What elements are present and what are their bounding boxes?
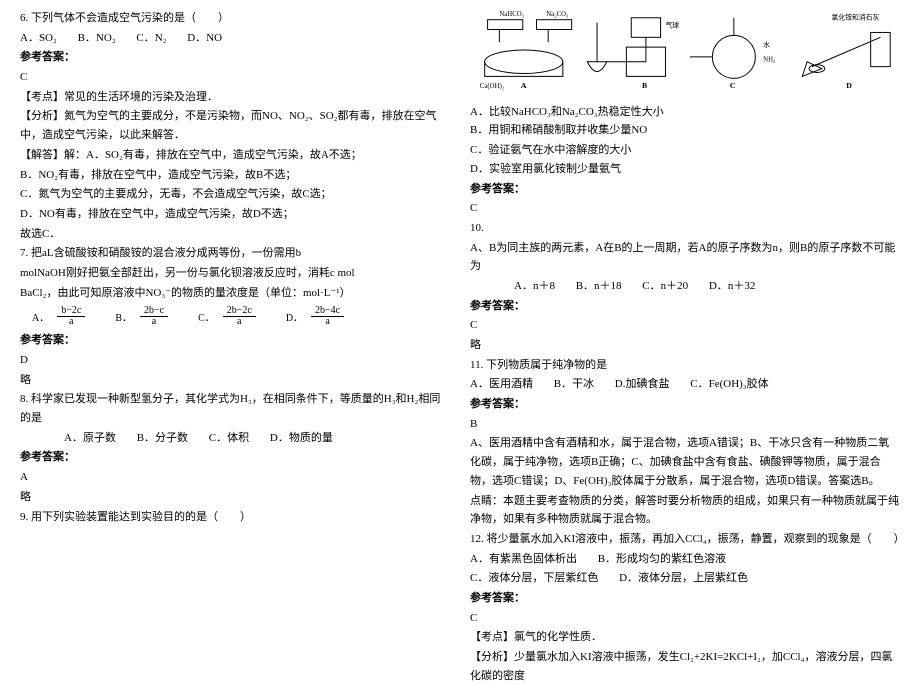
- q11-a: A．医用酒精: [470, 378, 533, 390]
- q9-d: D．实验室用氯化铵制少量氨气: [470, 160, 681, 179]
- q6-d: D．NO: [187, 32, 222, 44]
- q10-d: D．n＋32: [709, 280, 755, 292]
- svg-text:D: D: [846, 81, 852, 90]
- q8-ans: A: [20, 468, 450, 487]
- apparatus-diagram: NaHCO₃ Na₂CO₃ Ca(OH)₂ A B 气球 水 NH₃ C 氯化铵…: [470, 8, 900, 91]
- q7-options: A．b−2ca B．2b−ca C．2b−2ca D．2b−4ca: [20, 304, 450, 327]
- q11-ans-label: 参考答案：: [470, 395, 900, 414]
- q6-stem: 6. 下列气体不会造成空气污染的是（ ）: [20, 9, 450, 28]
- q6-kd: 【考点】常见的生活环境的污染及治理．: [20, 88, 450, 107]
- q11-d: D.加碘食盐: [615, 378, 670, 390]
- q8-ans-label: 参考答案：: [20, 448, 450, 467]
- q6-c: C．N₂: [136, 32, 166, 44]
- svg-text:Ca(OH)₂: Ca(OH)₂: [480, 83, 505, 90]
- q11-e1: A、医用酒精中含有酒精和水，属于混合物，选项A错误；B、干冰只含有一种物质二氧化…: [470, 434, 900, 490]
- q8-a: A．原子数: [64, 432, 116, 444]
- q8-b: B．分子数: [137, 432, 188, 444]
- q9-ans-label: 参考答案：: [470, 180, 900, 199]
- q7-fa-bot: a: [65, 316, 77, 327]
- q7-fd-top: 2b−4c: [311, 305, 344, 317]
- q9-stem: 9. 用下列实验装置能达到实验目的的是（ ）: [20, 508, 450, 527]
- svg-text:NH₃: NH₃: [763, 57, 776, 64]
- q8-stem: 8. 科学家已发现一种新型氢分子，其化学式为H₃，在相同条件下，等质量的H₃和H…: [20, 390, 450, 427]
- q9-row1: A．比较NaHCO₃和Na₂CO₃热稳定性大小 B．用铜和稀硝酸制取并收集少量N…: [470, 103, 900, 140]
- q7-fa-top: b−2c: [57, 305, 85, 317]
- q8-c: C．体积: [209, 432, 249, 444]
- q9-c: C．验证氨气在水中溶解度的大小: [470, 141, 681, 160]
- q9-b: B．用铜和稀硝酸制取并收集少量NO: [470, 121, 681, 140]
- svg-text:NaHCO₃: NaHCO₃: [499, 11, 524, 18]
- q12-row1: A．有紫黑色固体析出 B．形成均匀的紫红色溶液: [470, 550, 900, 569]
- q11-options: A．医用酒精 B．干冰 D.加碘食盐 C．Fe(OH)₃胶体: [470, 375, 900, 394]
- q11-stem: 11. 下列物质属于纯净物的是: [470, 356, 900, 375]
- q6-ans-label: 参考答案：: [20, 48, 450, 67]
- q7-post: 略: [20, 371, 450, 390]
- q11-b: B．干冰: [554, 378, 594, 390]
- q6-options: A．SO₂ B．NO₂ C．N₂ D．NO: [20, 29, 450, 48]
- svg-text:Na₂CO₃: Na₂CO₃: [546, 11, 569, 18]
- q7-l2: molNaOH刚好把氨全部赶出，另一份与氯化钡溶液反应时，消耗c mol: [20, 264, 450, 283]
- q6-jd1: B．NO₂有毒，排放在空气中，造成空气污染，故B不选；: [20, 166, 450, 185]
- q6-ans: C: [20, 68, 450, 87]
- q11-e2: 点睛：本题主要考查物质的分类，解答时要分析物质的组成，如果只有一种物质就属于纯净…: [470, 492, 900, 529]
- q12-kd: 【考点】氯气的化学性质．: [470, 628, 900, 647]
- q12-d: D．液体分层，上层紫红色: [619, 572, 748, 584]
- q6-a: A．SO₂: [20, 32, 57, 44]
- q9-row2: C．验证氨气在水中溶解度的大小 D．实验室用氯化铵制少量氨气: [470, 141, 900, 178]
- q11-ans: B: [470, 415, 900, 434]
- svg-text:B: B: [642, 81, 647, 90]
- svg-text:A: A: [521, 81, 527, 90]
- q8-post: 略: [20, 488, 450, 507]
- q7-fb-top: 2b−c: [140, 305, 168, 317]
- q6-b: B．NO₂: [78, 32, 116, 44]
- q6-jd4: 故选C．: [20, 225, 450, 244]
- q7-lc: C．: [198, 304, 215, 327]
- svg-text:C: C: [730, 81, 736, 90]
- q7-ans: D: [20, 351, 450, 370]
- q6-fx: 【分析】氮气为空气的主要成分，不是污染物，而NO、NO₂、SO₂都有毒，排放在空…: [20, 107, 450, 144]
- q12-stem: 12. 将少量氯水加入KI溶液中，振荡，再加入CCl₄，振荡，静置，观察到的现象…: [470, 530, 900, 549]
- q7-l1: 7. 把aL含硫酸铵和硝酸铵的混合液分成两等份，一份需用b: [20, 244, 450, 263]
- q10-stem: A、B为同主族的两元素，A在B的上一周期，若A的原子序数为n，则B的原子序数不可…: [470, 239, 900, 276]
- q12-ans: C: [470, 609, 900, 628]
- q7-lb: B．: [115, 304, 132, 327]
- q7-fc-top: 2b−2c: [223, 305, 256, 317]
- q7-l3: BaCl₂，由此可知原溶液中NO₃⁻的物质的量浓度是（单位：mol·L⁻¹）: [20, 284, 450, 303]
- q10-ans: C: [470, 316, 900, 335]
- q12-a: A．有紫黑色固体析出: [470, 553, 577, 565]
- svg-text:水: 水: [763, 40, 770, 49]
- q7-fd-bot: a: [321, 316, 333, 327]
- q10-ans-label: 参考答案：: [470, 297, 900, 316]
- q6-jd2: C．氮气为空气的主要成分，无毒，不会造成空气污染，故C选；: [20, 185, 450, 204]
- q12-fx: 【分析】少量氯水加入KI溶液中振荡，发生Cl₂+2KI=2KCl+I₂，加CCl…: [470, 648, 900, 685]
- q8-d: D．物质的量: [270, 432, 333, 444]
- q12-b: B．形成均匀的紫红色溶液: [598, 553, 726, 565]
- q10-c: C．n＋20: [642, 280, 688, 292]
- q11-c: C．Fe(OH)₃胶体: [690, 378, 768, 390]
- q10-a: A．n＋8: [514, 280, 555, 292]
- q9-ans: C: [470, 199, 900, 218]
- q10-options: A．n＋8 B．n＋18 C．n＋20 D．n＋32: [470, 277, 900, 296]
- q7-fb-bot: a: [148, 316, 160, 327]
- q12-c: C．液体分层，下层紫红色: [470, 572, 598, 584]
- q9-a: A．比较NaHCO₃和Na₂CO₃热稳定性大小: [470, 103, 681, 122]
- svg-text:气球: 气球: [665, 21, 679, 30]
- q6-jd3: D．NO有毒，排放在空气中，造成空气污染，故D不选；: [20, 205, 450, 224]
- q7-la: A．: [32, 304, 49, 327]
- q10-num: 10.: [470, 219, 900, 238]
- q10-post: 略: [470, 336, 900, 355]
- q7-fc-bot: a: [233, 316, 245, 327]
- q10-b: B．n＋18: [576, 280, 622, 292]
- q7-ld: D．: [286, 304, 303, 327]
- q6-jd0: 【解答】解：A．SO₂有毒，排放在空气中，造成空气污染，故A不选；: [20, 146, 450, 165]
- q12-row2: C．液体分层，下层紫红色 D．液体分层，上层紫红色: [470, 569, 900, 588]
- svg-text:氯化铵和消石灰: 氯化铵和消石灰: [832, 13, 880, 22]
- q8-options: A．原子数 B．分子数 C．体积 D．物质的量: [20, 429, 450, 448]
- q12-ans-label: 参考答案：: [470, 589, 900, 608]
- q7-ans-label: 参考答案：: [20, 331, 450, 350]
